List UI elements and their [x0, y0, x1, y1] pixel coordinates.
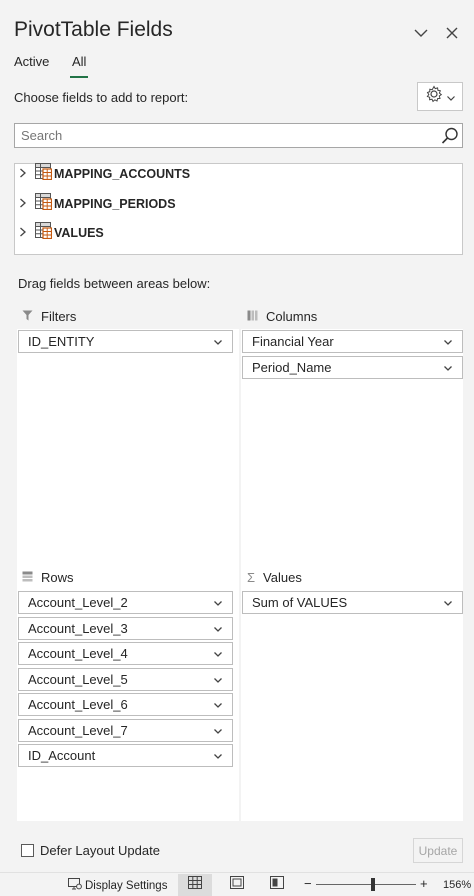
values-area-header: Σ Values	[247, 570, 302, 585]
chevron-down-icon[interactable]	[214, 700, 222, 710]
gear-icon	[425, 85, 443, 108]
chevron-down-icon[interactable]	[214, 624, 222, 634]
filters-area-title: Filters	[41, 309, 77, 324]
columns-field-financial-year[interactable]: Financial Year	[242, 330, 463, 353]
zoom-out-icon[interactable]: −	[304, 876, 312, 891]
columns-field-period-name[interactable]: Period_Name	[242, 356, 463, 379]
chevron-down-icon[interactable]	[214, 726, 222, 736]
rows-field-account-level-5[interactable]: Account_Level_5	[18, 668, 233, 691]
columns-area-header: Columns	[247, 309, 317, 324]
chevron-right-icon[interactable]	[19, 198, 31, 211]
display-settings-button[interactable]: Display Settings	[68, 878, 167, 893]
chevron-down-icon[interactable]	[444, 363, 452, 373]
search-icon[interactable]	[440, 126, 460, 151]
filters-area-header: Filters	[22, 309, 76, 324]
field-name: MAPPING_PERIODS	[54, 197, 176, 211]
field-item-mapping-accounts[interactable]: MAPPING_ACCOUNTS	[19, 162, 190, 186]
tab-selected-indicator	[70, 76, 88, 78]
rows-icon	[22, 570, 33, 585]
zoom-in-icon[interactable]: +	[420, 876, 428, 891]
chevron-down-icon[interactable]	[444, 598, 452, 608]
columns-icon	[247, 309, 258, 324]
field-pill-label: Account_Level_2	[28, 595, 128, 610]
field-pill-label: Sum of VALUES	[252, 595, 348, 610]
rows-field-account-level-3[interactable]: Account_Level_3	[18, 617, 233, 640]
defer-layout-label[interactable]: Defer Layout Update	[40, 843, 160, 858]
field-pill-label: Financial Year	[252, 334, 334, 349]
defer-layout-checkbox[interactable]	[21, 844, 34, 857]
rows-field-account-level-4[interactable]: Account_Level_4	[18, 642, 233, 665]
drag-fields-label: Drag fields between areas below:	[18, 276, 211, 291]
chevron-right-icon[interactable]	[19, 168, 31, 181]
chevron-right-icon[interactable]	[19, 227, 31, 240]
close-icon[interactable]	[441, 22, 463, 44]
table-icon	[35, 222, 53, 244]
rows-field-account-level-2[interactable]: Account_Level_2	[18, 591, 233, 614]
rows-field-account-level-7[interactable]: Account_Level_7	[18, 719, 233, 742]
field-pill-label: Account_Level_6	[28, 697, 128, 712]
field-list: MAPPING_ACCOUNTS MAPPING_PERIODS VALUES	[14, 163, 463, 255]
tab-active[interactable]: Active	[14, 54, 49, 69]
pane-title: PivotTable Fields	[14, 18, 173, 41]
page-layout-icon	[230, 876, 244, 894]
field-pill-label: Account_Level_3	[28, 621, 128, 636]
filter-icon	[22, 309, 33, 324]
tools-button[interactable]	[417, 82, 463, 111]
field-pill-label: Account_Level_7	[28, 723, 128, 738]
filters-area[interactable]: ID_ENTITY	[17, 329, 239, 557]
field-item-values[interactable]: VALUES	[19, 221, 104, 245]
rows-area-title: Rows	[41, 570, 74, 585]
filters-field-id-entity[interactable]: ID_ENTITY	[18, 330, 233, 353]
zoom-slider-track[interactable]	[316, 884, 416, 885]
rows-field-account-level-6[interactable]: Account_Level_6	[18, 693, 233, 716]
sigma-icon: Σ	[247, 570, 256, 585]
chevron-down-icon[interactable]	[444, 337, 452, 347]
display-settings-label: Display Settings	[85, 879, 168, 892]
zoom-slider-thumb[interactable]	[371, 878, 375, 891]
chevron-down-icon[interactable]	[214, 675, 222, 685]
display-settings-icon	[68, 878, 82, 893]
columns-area-title: Columns	[266, 309, 318, 324]
zoom-level[interactable]: 156%	[443, 879, 471, 891]
update-button[interactable]: Update	[413, 838, 463, 863]
field-item-mapping-periods[interactable]: MAPPING_PERIODS	[19, 192, 176, 216]
chevron-down-icon[interactable]	[214, 598, 222, 608]
table-icon	[35, 193, 53, 215]
search-box[interactable]	[14, 123, 463, 148]
page-break-view-button[interactable]	[260, 874, 294, 896]
rows-field-id-account[interactable]: ID_Account	[18, 744, 233, 767]
page-break-icon	[270, 876, 284, 894]
chevron-down-icon	[447, 88, 455, 106]
tab-all[interactable]: All	[72, 54, 86, 69]
table-icon	[35, 163, 53, 185]
grid-icon	[188, 876, 202, 894]
field-pill-label: Account_Level_4	[28, 646, 128, 661]
field-pill-label: Period_Name	[252, 360, 332, 375]
normal-view-button[interactable]	[178, 874, 212, 896]
chevron-down-icon[interactable]	[214, 649, 222, 659]
choose-fields-label: Choose fields to add to report:	[14, 90, 189, 105]
status-bar: Display Settings − + 156%	[0, 872, 474, 896]
columns-area[interactable]: Financial Year Period_Name	[241, 329, 463, 557]
field-name: MAPPING_ACCOUNTS	[54, 167, 191, 181]
field-pill-label: ID_Account	[28, 748, 96, 763]
rows-area-header: Rows	[22, 570, 74, 585]
field-pill-label: Account_Level_5	[28, 672, 128, 687]
chevron-down-icon[interactable]	[214, 751, 222, 761]
field-name: VALUES	[54, 226, 104, 240]
chevron-down-icon[interactable]	[214, 337, 222, 347]
chevron-down-icon[interactable]	[410, 22, 432, 44]
page-layout-view-button[interactable]	[220, 874, 254, 896]
search-input[interactable]	[15, 124, 435, 147]
rows-area[interactable]: Account_Level_2 Account_Level_3 Account_…	[17, 589, 239, 821]
field-pill-label: ID_ENTITY	[28, 334, 95, 349]
values-field-sum-of-values[interactable]: Sum of VALUES	[242, 591, 463, 614]
values-area[interactable]: Sum of VALUES	[241, 589, 463, 821]
values-area-title: Values	[263, 570, 302, 585]
